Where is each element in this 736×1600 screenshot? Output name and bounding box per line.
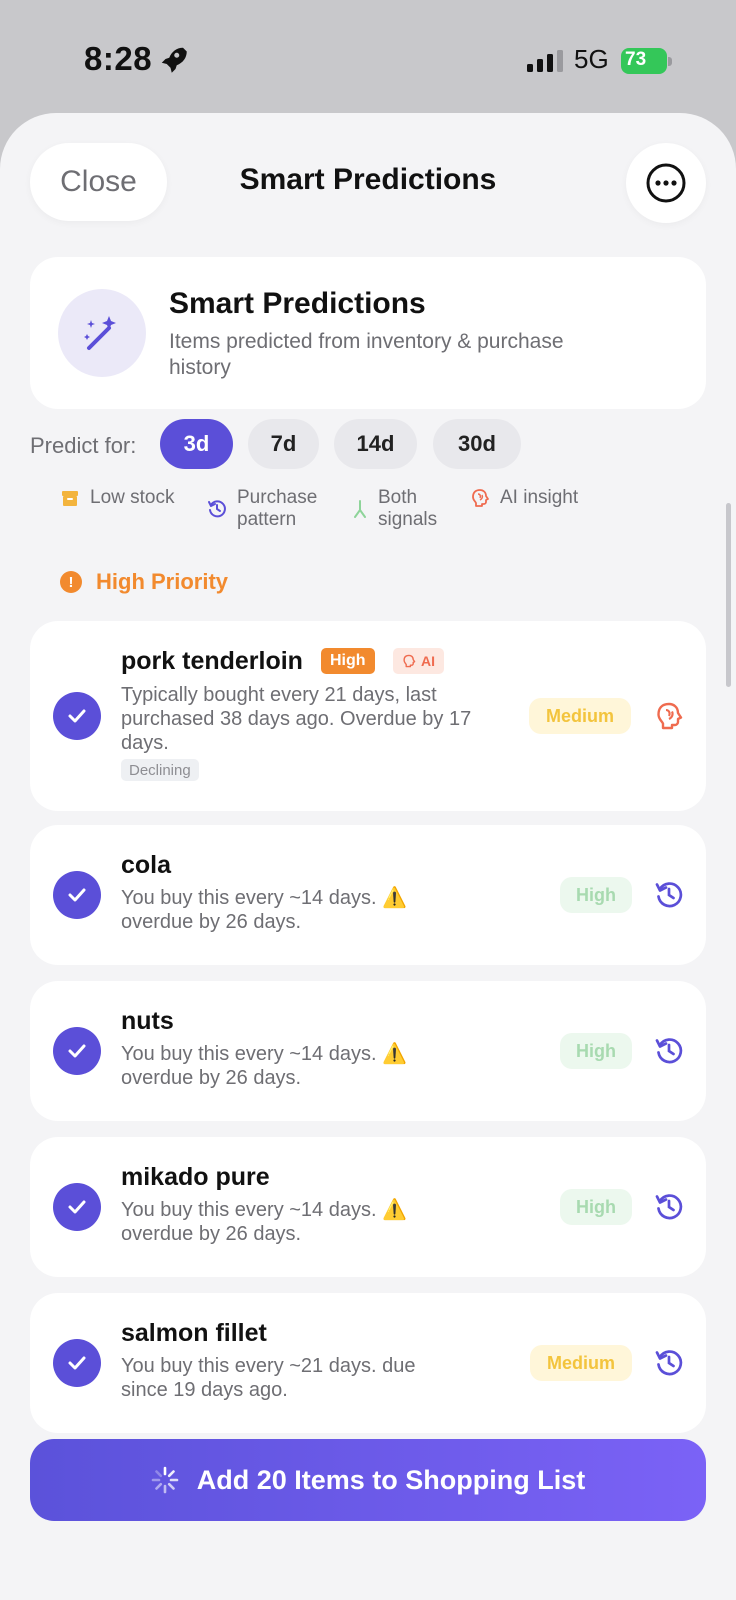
checkmark-icon [68,1044,86,1058]
battery-level: 73 [625,49,647,70]
legend-ai-insight: AI insight [470,487,578,509]
checkmark-icon [68,1356,86,1370]
range-chip-14d[interactable]: 14d [334,419,417,469]
checkmark-icon [68,1200,86,1214]
checkbox-checked[interactable] [53,692,101,740]
range-chip-3d[interactable]: 3d [160,419,233,469]
item-name: cola [121,851,172,879]
purchase-pattern-icon [208,500,226,518]
status-time: 8:28 [84,40,153,77]
confidence-badge: High [560,1033,632,1069]
legend-both-signals: Both signals [352,487,452,531]
item-name: salmon fillet [121,1319,267,1347]
add-button-label: Add 20 Items to Shopping List [196,1464,586,1495]
ai-insight-icon [403,654,416,668]
legend-label: Low stock [90,487,175,508]
prediction-card[interactable]: cola You buy this every ~14 days. ⚠️ ove… [30,825,706,965]
item-description-line2: overdue by 26 days. [121,1223,302,1245]
legend-label: Purchase pattern [237,487,318,530]
item-name: nuts [121,1007,174,1035]
item-description-line1: You buy this every ~14 days. ⚠️ [121,1199,407,1221]
section-title: High Priority [96,569,229,594]
checkmark-icon [68,888,86,902]
ai-badge-label: AI [421,653,435,669]
confidence-badge: High [560,877,632,913]
scrollbar[interactable] [726,503,731,687]
legend-low-stock: Low stock [60,487,174,509]
rocket-icon [161,47,187,73]
item-description-line1: You buy this every ~14 days. ⚠️ [121,887,407,909]
legend-label: Both signals [378,487,438,530]
status-bar: 8:28 5G 73 [0,0,736,110]
predictions-sheet: Close Smart Predictions Smart Prediction… [0,113,736,1600]
checkbox-checked[interactable] [53,1183,101,1231]
item-description-line2: overdue by 26 days. [121,1067,302,1089]
legend-label: AI insight [500,487,579,508]
checkbox-checked[interactable] [53,1027,101,1075]
loading-spinner-icon [151,1466,179,1494]
magic-wand-icon [58,289,146,377]
ai-insight-icon [657,702,683,730]
alert-icon: ! [60,571,82,593]
item-description-line1: You buy this every ~14 days. ⚠️ [121,1043,407,1065]
cellular-signal-icon [527,50,563,72]
add-to-shopping-list-button[interactable]: Add 20 Items to Shopping List [30,1439,706,1521]
header-title: Smart Predictions [169,287,426,320]
item-description: Typically bought every 21 days, last pur… [121,684,472,754]
prediction-card[interactable]: pork tenderloin High AI Typically bought… [30,621,706,811]
priority-badge: High [321,648,375,674]
ai-badge: AI [393,648,444,674]
header-card: Smart Predictions Items predicted from i… [30,257,706,409]
confidence-badge: High [560,1189,632,1225]
ellipsis-circle-icon [646,163,686,203]
purchase-pattern-icon [655,1194,683,1220]
prediction-card[interactable]: nuts You buy this every ~14 days. ⚠️ ove… [30,981,706,1121]
low-stock-icon [62,491,78,506]
purchase-pattern-icon [655,882,683,908]
checkmark-icon [68,709,86,723]
prediction-card[interactable]: salmon fillet You buy this every ~21 day… [30,1293,706,1433]
battery-icon: 73 [621,48,672,74]
both-signals-icon [354,500,366,518]
item-description-line1: You buy this every ~21 days. due [121,1355,416,1377]
checkbox-checked[interactable] [53,871,101,919]
confidence-badge: Medium [529,698,631,734]
legend-purchase-pattern: Purchase pattern [207,487,327,531]
predict-for-label: Predict for: [30,433,137,458]
item-name: pork tenderloin [121,647,303,675]
checkbox-checked[interactable] [53,1339,101,1387]
more-options-button[interactable] [626,143,706,223]
prediction-card[interactable]: mikado pure You buy this every ~14 days.… [30,1137,706,1277]
trend-tag: Declining [121,759,199,781]
range-chip-7d[interactable]: 7d [248,419,319,469]
range-chip-30d[interactable]: 30d [433,419,521,469]
purchase-pattern-icon [655,1350,683,1376]
ai-insight-icon [472,489,489,507]
item-description-line2: overdue by 26 days. [121,911,302,933]
confidence-badge: Medium [530,1345,632,1381]
section-high-priority: ! High Priority [60,569,228,595]
item-description-line2: since 19 days ago. [121,1379,288,1401]
network-type: 5G [574,44,609,74]
item-name: mikado pure [121,1163,270,1191]
purchase-pattern-icon [655,1038,683,1064]
header-subtitle: Items predicted from inventory & purchas… [169,330,564,379]
